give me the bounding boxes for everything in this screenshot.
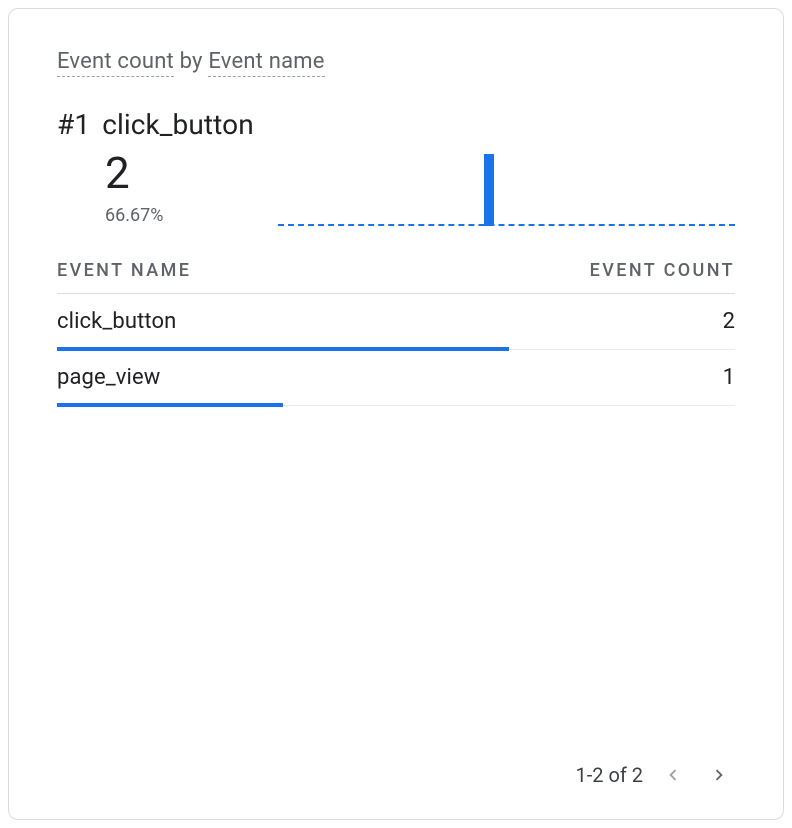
table-row[interactable]: page_view 1 <box>57 350 735 406</box>
pager: 1-2 of 2 <box>575 759 735 791</box>
pager-prev-button[interactable] <box>657 759 689 791</box>
title-dimension[interactable]: Event name <box>208 49 324 77</box>
hero-rank-name: #1 click_button <box>57 108 254 141</box>
hero-value: 2 <box>105 151 254 195</box>
row-value: 2 <box>723 309 735 334</box>
hero-summary: #1 click_button 2 66.67% <box>57 108 274 226</box>
table-row[interactable]: click_button 2 <box>57 294 735 350</box>
hero-rank: #1 <box>57 108 90 141</box>
table-body: click_button 2 page_view 1 <box>57 294 735 406</box>
row-bar <box>57 403 283 407</box>
column-header-count: EVENT COUNT <box>590 260 735 281</box>
pager-label: 1-2 of 2 <box>575 763 643 787</box>
row-value: 1 <box>723 365 735 390</box>
column-header-name: EVENT NAME <box>57 260 191 281</box>
card-title: Event count by Event name <box>57 49 735 74</box>
chevron-left-icon <box>662 764 684 786</box>
row-name: page_view <box>57 365 160 390</box>
event-count-card: Event count by Event name #1 click_butto… <box>8 8 784 820</box>
title-by: by <box>174 49 208 74</box>
hero-section: #1 click_button 2 66.67% <box>57 108 735 226</box>
row-name: click_button <box>57 309 176 334</box>
pager-next-button[interactable] <box>703 759 735 791</box>
sparkline-chart <box>278 146 735 226</box>
hero-pct: 66.67% <box>105 205 254 226</box>
title-metric[interactable]: Event count <box>57 49 174 77</box>
hero-name: click_button <box>102 108 254 141</box>
table-header: EVENT NAME EVENT COUNT <box>57 260 735 294</box>
chevron-right-icon <box>708 764 730 786</box>
sparkline-bar <box>484 154 494 226</box>
sparkline-axis <box>278 224 735 226</box>
